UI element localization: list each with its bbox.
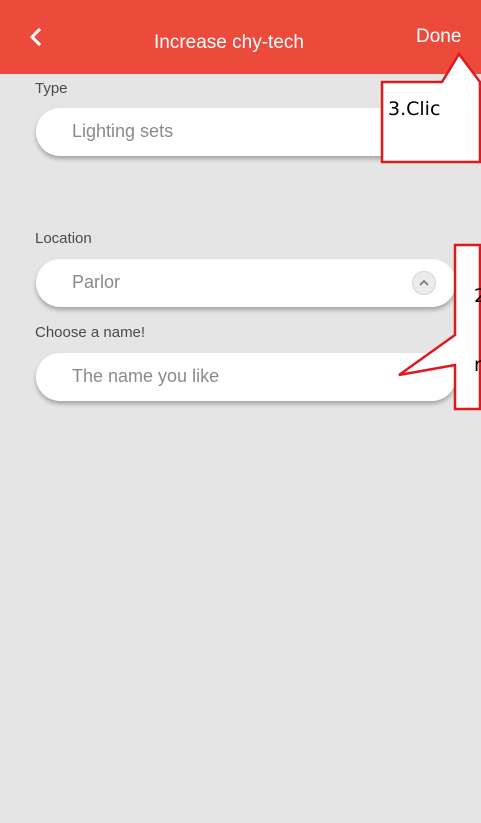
type-value: Lighting sets [72,121,174,141]
step2-callout [398,243,481,411]
location-value: Parlor [72,272,121,292]
step2-callout-line1: 2 [474,285,481,307]
chevron-left-icon [29,27,42,47]
location-select[interactable]: Parlor [36,259,456,307]
page-title: Increase chy-tech [154,32,304,53]
name-input[interactable] [72,366,412,387]
step2-callout-line2: r [474,354,481,376]
name-label: Choose a name! [35,324,146,341]
back-button[interactable] [22,22,52,52]
step3-callout-text: 3.Clic [388,98,441,120]
app-screen: Increase chy-tech Done Type Lighting set… [0,0,481,823]
type-label: Type [35,80,68,97]
location-label: Location [35,230,92,247]
name-field[interactable] [36,353,456,401]
